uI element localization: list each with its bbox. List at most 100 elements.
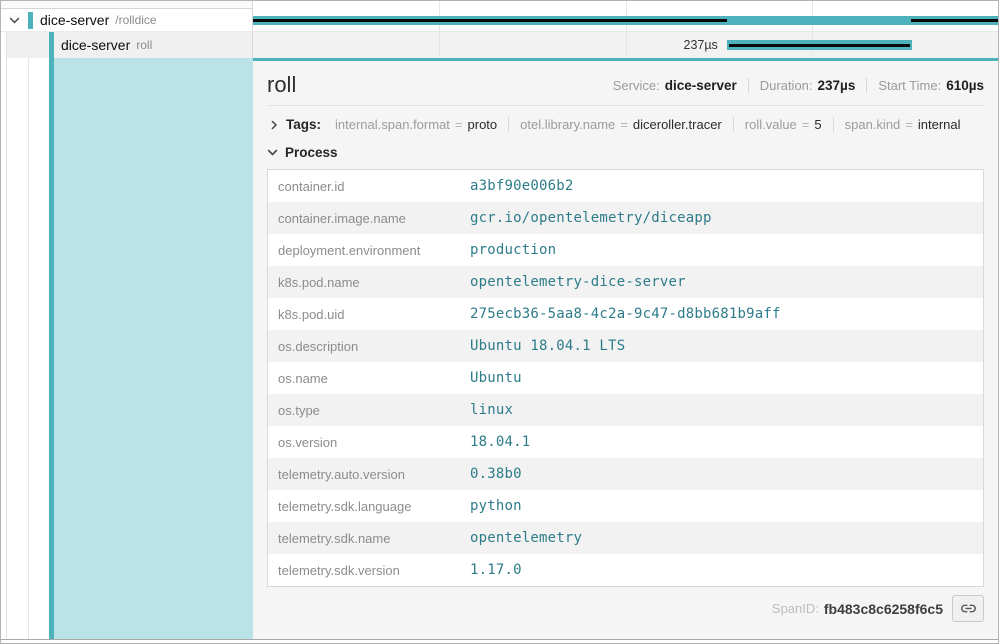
equals-sign: = — [455, 117, 463, 132]
service-name: dice-server — [40, 12, 109, 28]
attr-key: os.type — [268, 394, 461, 426]
indent-guide — [6, 58, 7, 639]
collapse-chevron-icon[interactable] — [9, 15, 20, 26]
tag-item: span.kind = internal — [845, 117, 961, 132]
equals-sign: = — [802, 117, 810, 132]
attr-key: k8s.pod.name — [268, 266, 461, 298]
process-attributes-table: container.ida3bf90e006b2 container.image… — [267, 169, 984, 587]
operation-name: /rolldice — [115, 13, 156, 27]
divider — [833, 117, 834, 132]
divider — [866, 78, 867, 93]
selected-span-highlight — [54, 58, 253, 639]
service-color-chip — [49, 32, 54, 58]
tags-label: Tags: — [286, 117, 321, 132]
copy-link-button[interactable] — [952, 595, 984, 622]
span-detail-panel: roll Service: dice-server Duration: 237µ… — [253, 58, 998, 639]
duration-label: Duration: — [760, 78, 813, 93]
service-color-chip — [28, 12, 33, 29]
service-label: Service: — [613, 78, 660, 93]
indent-guide — [28, 58, 29, 639]
span-detail-header: roll Service: dice-server Duration: 237µ… — [267, 61, 984, 106]
attr-value: opentelemetry — [460, 522, 984, 554]
attr-value: production — [460, 234, 984, 266]
tag-key: roll.value — [745, 117, 797, 132]
tag-value: 5 — [814, 117, 821, 132]
span-title: roll — [267, 73, 296, 96]
process-label: Process — [285, 145, 338, 160]
attr-key: telemetry.auto.version — [268, 458, 461, 490]
chevron-down-icon[interactable] — [267, 147, 278, 158]
table-row: deployment.environmentproduction — [268, 234, 984, 266]
attr-key: container.image.name — [268, 202, 461, 234]
timeline-ruler — [1, 1, 998, 9]
start-time-value: 610µs — [946, 78, 984, 93]
span-summary: Service: dice-server Duration: 237µs Sta… — [613, 78, 984, 96]
span-row-rolldice[interactable]: dice-server /rolldice — [1, 9, 998, 32]
equals-sign: = — [905, 117, 913, 132]
divider — [733, 117, 734, 132]
tick-75pct — [812, 1, 813, 9]
attr-value: Ubuntu 18.04.1 LTS — [460, 330, 984, 362]
span-name-column-header — [1, 1, 253, 9]
attr-value: opentelemetry-dice-server — [460, 266, 984, 298]
attr-key: deployment.environment — [268, 234, 461, 266]
spanid-label: SpanID: — [772, 601, 819, 616]
timeline-ruler-ticks — [253, 1, 998, 9]
tag-item: internal.span.format = proto — [335, 117, 497, 132]
service-name: dice-server — [61, 37, 130, 53]
tag-value: proto — [468, 117, 498, 132]
attr-value: 1.17.0 — [460, 554, 984, 587]
table-row: container.image.namegcr.io/opentelemetry… — [268, 202, 984, 234]
attr-key: telemetry.sdk.name — [268, 522, 461, 554]
attr-key: os.version — [268, 426, 461, 458]
attr-key: os.description — [268, 330, 461, 362]
span-name-cell-roll[interactable]: dice-server roll — [1, 32, 253, 58]
tag-item: roll.value = 5 — [745, 117, 822, 132]
divider — [508, 117, 509, 132]
operation-name: roll — [136, 38, 152, 52]
table-row: k8s.pod.nameopentelemetry-dice-server — [268, 266, 984, 298]
tag-key: internal.span.format — [335, 117, 450, 132]
duration-value: 237µs — [818, 78, 856, 93]
start-time-label: Start Time: — [878, 78, 941, 93]
table-row: container.ida3bf90e006b2 — [268, 170, 984, 203]
process-section-header[interactable]: Process — [267, 145, 984, 160]
tags-section-header[interactable]: Tags: internal.span.format = proto otel.… — [267, 117, 984, 132]
service-value: dice-server — [665, 78, 737, 93]
attr-value: 18.04.1 — [460, 426, 984, 458]
span-duration-label: 237µs — [253, 32, 718, 58]
spanid-value: fb483c8c6258f6c5 — [824, 601, 943, 617]
span-bar-cell-rolldice[interactable] — [253, 9, 998, 32]
span-row-roll-selected[interactable]: dice-server roll 237µs — [1, 32, 998, 58]
tag-item: otel.library.name = diceroller.tracer — [520, 117, 722, 132]
table-row: os.descriptionUbuntu 18.04.1 LTS — [268, 330, 984, 362]
attr-value: python — [460, 490, 984, 522]
link-icon — [960, 600, 977, 617]
jaeger-trace-detail-view: dice-server /rolldice dice-server roll 2… — [0, 0, 999, 644]
equals-sign: = — [620, 117, 628, 132]
selected-span-rail — [1, 58, 253, 639]
attr-key: telemetry.sdk.version — [268, 554, 461, 587]
tag-key: span.kind — [845, 117, 901, 132]
span-bar-black-segment — [729, 44, 910, 47]
attr-value: 0.38b0 — [460, 458, 984, 490]
attr-key: os.name — [268, 362, 461, 394]
span-bar-roll[interactable] — [727, 40, 912, 50]
span-bar-rolldice[interactable] — [253, 16, 998, 25]
span-detail-footer: SpanID: fb483c8c6258f6c5 — [267, 595, 984, 622]
chevron-right-icon[interactable] — [269, 120, 279, 130]
tag-key: otel.library.name — [520, 117, 615, 132]
table-row: os.typelinux — [268, 394, 984, 426]
span-bar-cell-roll[interactable]: 237µs — [253, 32, 998, 58]
attr-key: container.id — [268, 170, 461, 203]
table-row: telemetry.auto.version0.38b0 — [268, 458, 984, 490]
span-name-cell-rolldice[interactable]: dice-server /rolldice — [1, 9, 253, 32]
table-row: telemetry.sdk.languagepython — [268, 490, 984, 522]
table-row: k8s.pod.uid275ecb36-5aa8-4c2a-9c47-d8bb6… — [268, 298, 984, 330]
table-row: os.version18.04.1 — [268, 426, 984, 458]
attr-value: gcr.io/opentelemetry/diceapp — [460, 202, 984, 234]
attr-key: k8s.pod.uid — [268, 298, 461, 330]
span-bar-black-segment — [253, 19, 727, 22]
table-row: os.nameUbuntu — [268, 362, 984, 394]
bottom-edge — [1, 639, 998, 644]
